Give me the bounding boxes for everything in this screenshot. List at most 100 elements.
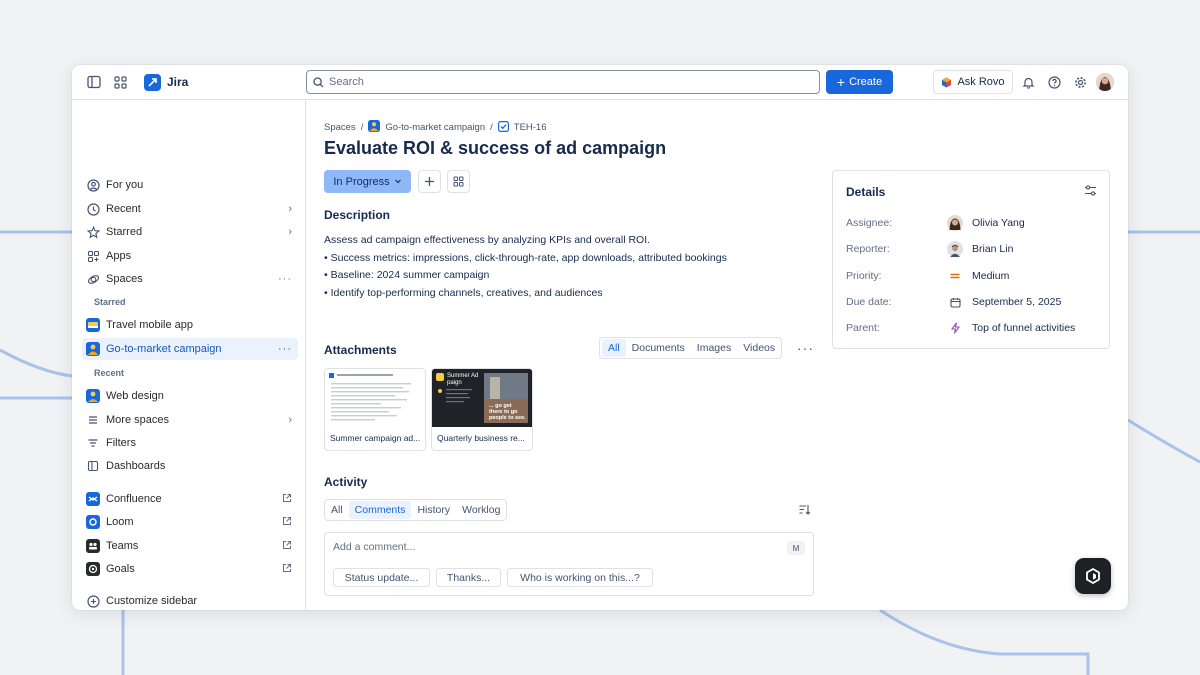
breadcrumb-spaces[interactable]: Spaces <box>324 122 356 133</box>
detail-row-reporter[interactable]: Reporter: Brian Lin <box>846 239 1096 259</box>
app-item-goals[interactable]: Goals <box>82 558 298 580</box>
comment-editor[interactable]: M Status update... Thanks... Who is work… <box>324 532 814 596</box>
sidebar-item-apps[interactable]: Apps <box>82 245 298 267</box>
external-link-icon[interactable] <box>282 516 292 529</box>
sidebar-toggle-icon[interactable] <box>84 72 104 92</box>
chevron-right-icon[interactable]: › <box>288 414 292 426</box>
create-button[interactable]: + Create <box>826 70 893 94</box>
detail-value: September 5, 2025 <box>972 296 1062 308</box>
space-item-travel-mobile-app[interactable]: Travel mobile app <box>82 314 298 336</box>
attachment-card[interactable]: Summer Ad paign ... go get there to go p… <box>431 368 533 451</box>
search-bar[interactable] <box>306 70 820 94</box>
apps-grid-icon <box>453 176 464 187</box>
rovo-icon <box>942 77 952 87</box>
external-link-icon[interactable] <box>282 563 292 576</box>
chevron-right-icon[interactable]: › <box>288 203 292 215</box>
customize-sidebar-button[interactable]: Customize sidebar <box>82 590 298 610</box>
space-label: Go-to-market campaign <box>106 343 222 355</box>
sidebar-item-label: Recent <box>106 203 141 215</box>
quick-reply-who-is-working[interactable]: Who is working on this...? <box>507 568 653 587</box>
sort-icon[interactable] <box>798 503 811 521</box>
space-item-go-to-market-campaign[interactable]: Go-to-market campaign ··· <box>82 338 298 360</box>
task-checkbox-icon <box>497 120 509 135</box>
description-line: Assess ad campaign effectiveness by anal… <box>324 234 651 246</box>
breadcrumb-issue-key[interactable]: TEH-16 <box>514 122 547 133</box>
more-options-icon[interactable]: ··· <box>278 343 292 355</box>
confluence-icon <box>86 492 100 506</box>
space-item-web-design[interactable]: Web design <box>82 385 298 407</box>
rovo-chat-button[interactable] <box>1075 558 1111 594</box>
ask-rovo-button[interactable]: Ask Rovo <box>933 70 1013 94</box>
sidebar-item-filters[interactable]: Filters <box>82 432 298 454</box>
slide-thumbnail: Summer Ad paign ... go get there to go p… <box>432 369 532 427</box>
configure-fields-icon[interactable] <box>1084 184 1097 202</box>
detail-label: Assignee: <box>846 217 893 229</box>
search-input[interactable] <box>329 76 789 88</box>
teams-icon <box>86 539 100 553</box>
sidebar-item-dashboards[interactable]: Dashboards <box>82 455 298 477</box>
activity-tab-history[interactable]: History <box>411 501 456 519</box>
sidebar-item-starred[interactable]: Starred › <box>82 221 298 243</box>
attachment-tab-videos[interactable]: Videos <box>737 339 781 357</box>
user-circle-icon <box>86 178 100 192</box>
detail-row-due-date[interactable]: Due date: September 5, 2025 <box>846 292 1096 312</box>
app-item-confluence[interactable]: Confluence <box>82 488 298 510</box>
attachment-tab-images[interactable]: Images <box>691 339 737 357</box>
attachment-name: Quarterly business re... <box>437 433 525 443</box>
external-link-icon[interactable] <box>282 540 292 553</box>
rovo-logo-icon <box>1086 568 1100 584</box>
apps-button[interactable] <box>447 170 470 193</box>
quick-reply-thanks[interactable]: Thanks... <box>436 568 501 587</box>
topbar-actions <box>1018 72 1114 92</box>
app-switcher-icon[interactable] <box>110 72 130 92</box>
attachment-tab-documents[interactable]: Documents <box>626 339 691 357</box>
jira-window: Jira + Create Ask Rovo <box>72 65 1128 610</box>
app-item-teams[interactable]: Teams <box>82 535 298 557</box>
star-icon <box>86 225 100 239</box>
activity-tab-all[interactable]: All <box>325 501 349 519</box>
quick-reply-status-update[interactable]: Status update... <box>333 568 430 587</box>
jira-logo[interactable]: Jira <box>144 73 188 91</box>
attachment-card[interactable]: Summer campaign ad... <box>324 368 426 451</box>
detail-value: Brian Lin <box>972 243 1014 255</box>
space-label: Web design <box>106 390 164 402</box>
calendar-icon <box>947 294 963 310</box>
starred-heading: Starred <box>94 297 126 307</box>
attachment-name: Summer campaign ad... <box>330 433 421 443</box>
attachment-filter-tabs: All Documents Images Videos <box>599 337 783 359</box>
external-link-icon[interactable] <box>282 493 292 506</box>
app-item-loom[interactable]: Loom <box>82 511 298 533</box>
ask-rovo-label: Ask Rovo <box>957 76 1005 88</box>
issue-title[interactable]: Evaluate ROI & success of ad campaign <box>324 138 666 159</box>
space-campaign-icon <box>86 342 100 356</box>
detail-row-priority[interactable]: Priority: Medium <box>846 266 1096 286</box>
activity-tab-worklog[interactable]: Worklog <box>456 501 506 519</box>
notifications-icon[interactable] <box>1018 72 1038 92</box>
space-web-design-icon <box>86 389 100 403</box>
detail-row-parent[interactable]: Parent: Top of funnel activities <box>846 318 1096 338</box>
detail-row-assignee[interactable]: Assignee: Olivia Yang <box>846 213 1096 233</box>
attachment-tab-all[interactable]: All <box>602 339 626 357</box>
chevron-right-icon[interactable]: › <box>288 226 292 238</box>
more-options-icon[interactable]: ··· <box>278 273 292 285</box>
reporter-avatar <box>947 241 963 257</box>
status-dropdown[interactable]: In Progress <box>324 170 411 193</box>
dashboard-icon <box>86 459 100 473</box>
activity-tab-comments[interactable]: Comments <box>348 501 412 519</box>
help-icon[interactable] <box>1044 72 1064 92</box>
detail-label: Reporter: <box>846 243 890 255</box>
settings-gear-icon[interactable] <box>1070 72 1090 92</box>
user-avatar[interactable] <box>1096 73 1114 91</box>
sidebar-item-for-you[interactable]: For you <box>82 174 298 196</box>
sidebar-item-recent[interactable]: Recent › <box>82 198 298 220</box>
add-button[interactable] <box>418 170 441 193</box>
description-body[interactable]: Assess ad campaign effectiveness by anal… <box>324 232 727 302</box>
sidebar-item-spaces[interactable]: Spaces ··· <box>82 268 298 290</box>
breadcrumb-space[interactable]: Go-to-market campaign <box>385 122 485 133</box>
clock-icon <box>86 202 100 216</box>
detail-label: Parent: <box>846 322 880 334</box>
comment-input[interactable] <box>333 541 773 553</box>
top-navigation: Jira + Create Ask Rovo <box>72 65 1128 100</box>
attachments-more-icon[interactable]: ··· <box>797 340 814 356</box>
sidebar-item-more-spaces[interactable]: More spaces › <box>82 409 298 431</box>
